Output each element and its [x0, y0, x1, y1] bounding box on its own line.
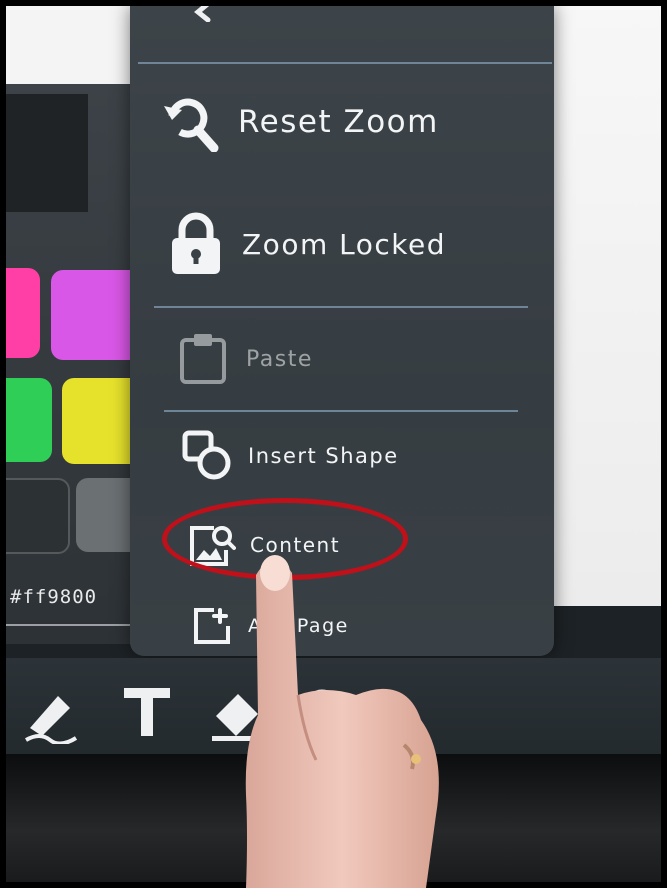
highlighter-icon[interactable] [20, 688, 82, 744]
menu-item-paste[interactable]: Paste [178, 332, 313, 386]
back-arrow-icon[interactable] [182, 6, 222, 22]
swatch-pink[interactable] [6, 268, 40, 358]
text-icon[interactable] [120, 684, 174, 740]
menu-item-label: Insert Shape [248, 444, 399, 468]
clipboard-icon [180, 334, 226, 384]
swatch-dark[interactable] [6, 478, 70, 554]
canvas-corner [6, 6, 136, 84]
swatch-green[interactable] [6, 378, 52, 462]
menu-item-label: Zoom Locked [242, 227, 446, 261]
menu-item-label: Paste [246, 346, 313, 372]
hex-color-value[interactable]: #ff9800 [10, 586, 97, 608]
reset-zoom-icon [164, 98, 219, 152]
menu-divider [154, 306, 528, 308]
menu-item-insert-shape[interactable]: Insert Shape [182, 430, 399, 482]
menu-item-label: Reset Zoom [238, 104, 439, 140]
menu-item-reset-zoom[interactable]: Reset Zoom [160, 92, 439, 152]
lock-icon [172, 212, 220, 274]
shapes-icon [182, 430, 231, 480]
pointing-finger [245, 555, 439, 888]
menu-divider [164, 410, 518, 412]
menu-item-zoom-locked[interactable]: Zoom Locked [170, 212, 446, 276]
menu-divider [138, 62, 552, 64]
color-preview [6, 94, 88, 212]
